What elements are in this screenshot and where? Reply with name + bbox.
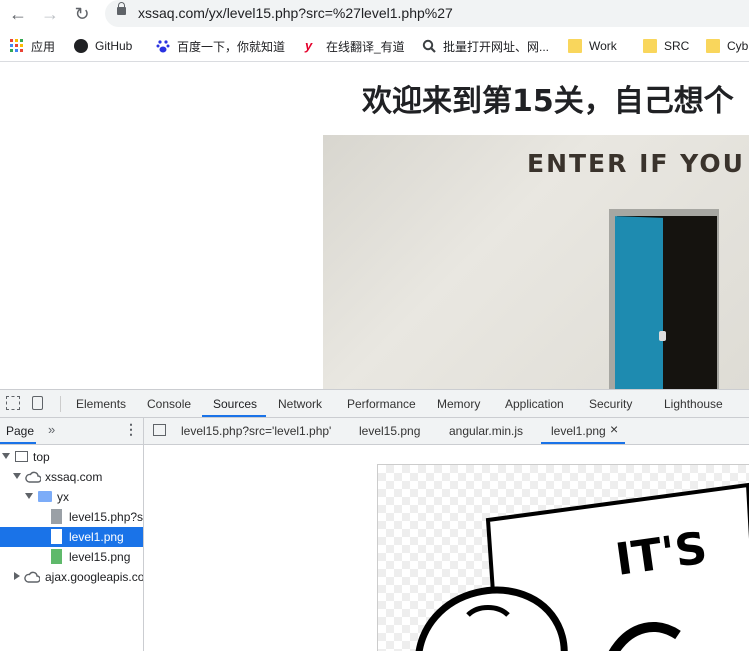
collapse-arrow-icon[interactable] [14, 572, 20, 580]
lock-icon [117, 2, 126, 15]
github-icon [74, 39, 88, 53]
frame-icon [15, 451, 28, 462]
bookmark-batch-open[interactable]: 批量打开网址、网... [422, 37, 549, 55]
search-icon [422, 39, 436, 53]
image-file-icon [51, 549, 62, 564]
image-file-icon [51, 529, 62, 544]
cloud-icon [24, 571, 41, 586]
back-arrow-icon[interactable]: ← [8, 4, 28, 24]
bookmark-github[interactable]: GitHub [74, 37, 132, 55]
tree-item-label: yx [57, 490, 69, 504]
folder-icon [568, 39, 582, 53]
editor-tabbar: level15.php?src='level1.php' level15.png… [144, 418, 749, 445]
tab-memory[interactable]: Memory [437, 397, 480, 411]
reload-icon[interactable]: ↻ [72, 4, 92, 24]
door-knob [659, 331, 666, 341]
close-icon[interactable]: × [610, 421, 618, 437]
editor-tab[interactable]: level15.png [359, 424, 420, 438]
more-options-icon[interactable]: ⋮ [124, 421, 138, 438]
bookmark-label: 百度一下，你就知道 [177, 39, 286, 54]
page-content: 欢迎来到第15关，自己想个 ENTER IF YOU DA [0, 62, 749, 389]
tree-item-domain[interactable]: xssaq.com [0, 467, 143, 487]
tree-item-label: level15.php?src=... [69, 510, 143, 524]
tree-item-file-selected[interactable]: level1.png [0, 527, 143, 547]
address-bar[interactable]: xssaq.com/yx/level15.php?src=%27level1.p… [105, 0, 749, 27]
editor-tab[interactable]: angular.min.js [449, 424, 523, 438]
bookmark-apps[interactable]: 应用 [10, 37, 55, 55]
transparency-checkerboard: IT'S [377, 464, 749, 651]
tree-item-label: xssaq.com [45, 470, 103, 484]
tab-application[interactable]: Application [505, 397, 564, 411]
tree-item-label: level15.png [69, 550, 131, 564]
url-text[interactable]: xssaq.com/yx/level15.php?src=%27level1.p… [138, 5, 453, 21]
active-tab-indicator [202, 415, 266, 417]
bookmarks-bar: 应用 GitHub 百度一下，你就知道 y 在线翻译_有道 批量打开网址、网..… [0, 31, 749, 62]
more-tabs-chevron-icon[interactable]: » [48, 422, 55, 437]
image-preview-pane: IT'S [144, 445, 749, 651]
editor-tab-active[interactable]: level1.png [551, 424, 606, 438]
bookmark-label: 在线翻译_有道 [326, 39, 405, 54]
bookmark-label: SRC [664, 39, 690, 53]
tab-console[interactable]: Console [147, 397, 191, 411]
bookmark-folder-src[interactable]: SRC [643, 37, 689, 55]
folder-icon [38, 491, 52, 502]
expand-arrow-icon[interactable] [13, 473, 21, 479]
navigator-header: Page » ⋮ [0, 418, 143, 445]
tree-item-top[interactable]: top [0, 447, 143, 467]
baidu-icon [156, 39, 170, 53]
level-image: ENTER IF YOU DA [323, 135, 749, 389]
forward-arrow-icon[interactable]: → [40, 4, 60, 24]
bookmark-youdao[interactable]: y 在线翻译_有道 [305, 37, 405, 55]
image-caption: ENTER IF YOU DA [527, 149, 749, 178]
tree-item-label: top [33, 450, 50, 464]
tab-performance[interactable]: Performance [347, 397, 416, 411]
bookmark-label: Cyb [727, 39, 749, 53]
device-toolbar-icon[interactable] [32, 396, 43, 410]
tree-item-folder-yx[interactable]: yx [0, 487, 143, 507]
toggle-navigator-icon[interactable] [153, 424, 166, 436]
devtools-tabbar: Elements Console Sources Network Perform… [0, 390, 749, 418]
tree-item-domain[interactable]: ajax.googleapis.com [0, 567, 143, 587]
sources-navigator: Page » ⋮ top xssaq.com yx level15.php?sr… [0, 418, 144, 651]
active-tab-indicator [0, 442, 36, 444]
folder-icon [643, 39, 657, 53]
tree-item-label: level1.png [69, 530, 124, 544]
door [615, 216, 663, 389]
tab-lighthouse[interactable]: Lighthouse [664, 397, 723, 411]
page-title: 欢迎来到第15关，自己想个 [362, 84, 734, 119]
bookmark-label: GitHub [95, 39, 133, 53]
devtools-panel: Elements Console Sources Network Perform… [0, 389, 749, 651]
divider [60, 396, 61, 412]
tab-elements[interactable]: Elements [76, 397, 126, 411]
tab-page[interactable]: Page [6, 424, 34, 438]
preview-illustration: IT'S [415, 482, 749, 651]
bookmark-folder-cyb[interactable]: Cyb [706, 37, 748, 55]
tab-sources[interactable]: Sources [213, 397, 257, 411]
tree-item-file[interactable]: level15.php?src=... [0, 507, 143, 527]
bookmark-label: Work [589, 39, 617, 53]
active-tab-indicator [541, 442, 625, 444]
tree-item-file[interactable]: level15.png [0, 547, 143, 567]
tab-network[interactable]: Network [278, 397, 322, 411]
cloud-icon [25, 471, 42, 486]
document-file-icon [51, 509, 62, 524]
expand-arrow-icon[interactable] [2, 453, 10, 459]
bookmark-folder-work[interactable]: Work [568, 37, 617, 55]
tree-item-label: ajax.googleapis.com [45, 570, 143, 584]
folder-icon [706, 39, 720, 53]
inspect-element-icon[interactable] [6, 396, 20, 410]
tab-security[interactable]: Security [589, 397, 632, 411]
bookmark-label: 批量打开网址、网... [443, 39, 550, 54]
apps-grid-icon [10, 39, 24, 53]
browser-toolbar: ← → ↻ xssaq.com/yx/level15.php?src=%27le… [0, 0, 749, 28]
expand-arrow-icon[interactable] [25, 493, 33, 499]
youdao-icon: y [305, 38, 313, 53]
editor-tab[interactable]: level15.php?src='level1.php' [181, 424, 331, 438]
bookmark-label: 应用 [31, 39, 56, 54]
bookmark-baidu[interactable]: 百度一下，你就知道 [156, 37, 285, 55]
